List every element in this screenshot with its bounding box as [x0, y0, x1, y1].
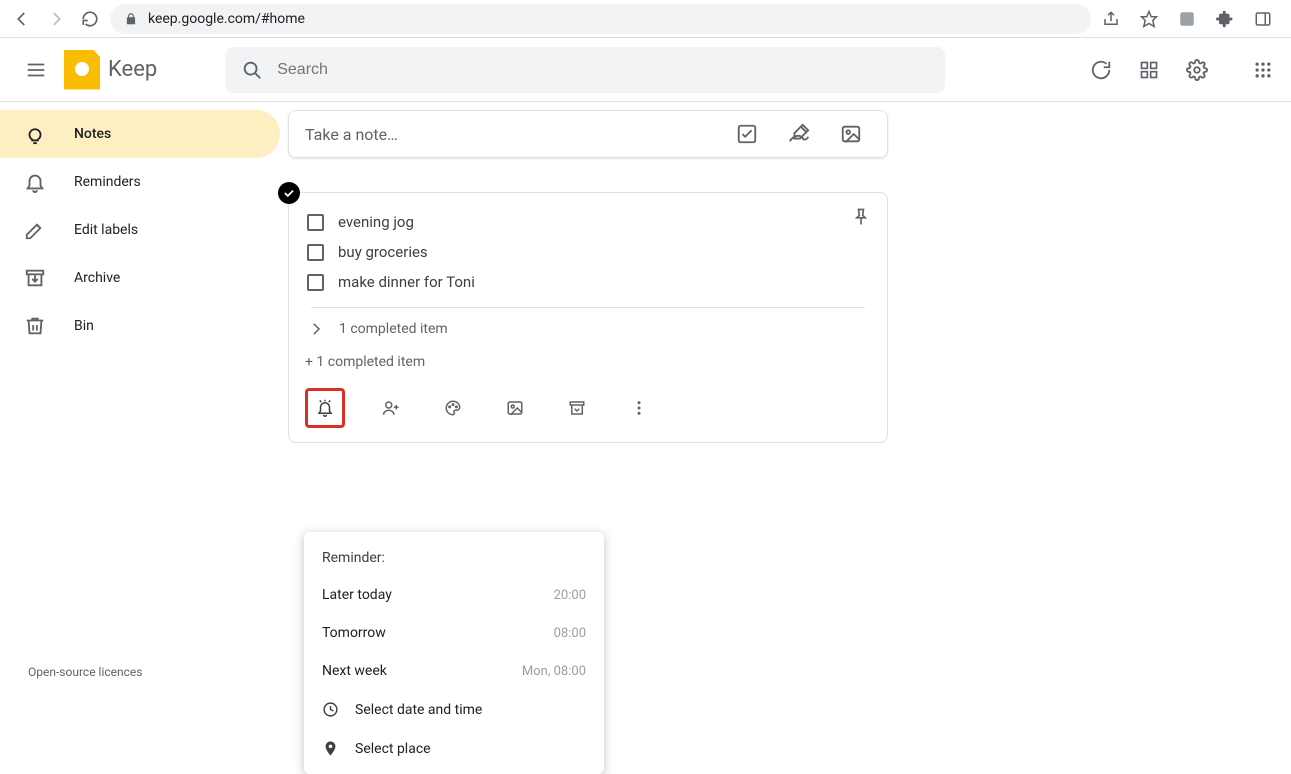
forward-button[interactable] — [42, 5, 70, 33]
color-button[interactable] — [437, 392, 469, 424]
pin-button[interactable] — [845, 201, 877, 233]
reminder-title: Reminder: — [304, 546, 604, 576]
sidebar-item-label: Edit labels — [74, 222, 138, 238]
sidebar-item-notes[interactable]: Notes — [0, 110, 280, 158]
view-toggle-button[interactable] — [1137, 58, 1161, 82]
header-right — [1089, 58, 1275, 82]
plus-completed-label: + 1 completed item — [305, 346, 871, 384]
sidebar-item-label: Bin — [74, 318, 94, 334]
new-list-button[interactable] — [727, 114, 767, 154]
licences-link[interactable]: Open-source licences — [28, 665, 142, 679]
address-bar[interactable]: keep.google.com/#home — [110, 4, 1091, 34]
browser-toolbar: keep.google.com/#home — [0, 0, 1291, 38]
checklist-item-text: buy groceries — [338, 243, 428, 261]
clock-icon — [322, 701, 339, 718]
logo-wrap[interactable]: Keep — [64, 50, 157, 90]
more-button[interactable] — [623, 392, 655, 424]
add-image-button[interactable] — [499, 392, 531, 424]
reminder-option-time: 08:00 — [554, 626, 586, 641]
reminder-option-label: Tomorrow — [322, 625, 386, 641]
app-header: Keep — [0, 38, 1291, 102]
reminder-option-tomorrow[interactable]: Tomorrow 08:00 — [304, 614, 604, 652]
note-card[interactable]: evening jog buy groceries make dinner fo… — [288, 192, 888, 443]
reminder-select-datetime[interactable]: Select date and time — [304, 690, 604, 729]
search-bar[interactable] — [225, 47, 945, 93]
reminder-option-later-today[interactable]: Later today 20:00 — [304, 576, 604, 614]
app-title: Keep — [108, 57, 157, 82]
settings-button[interactable] — [1185, 58, 1209, 82]
search-input[interactable] — [277, 61, 929, 79]
sidebar-item-reminders[interactable]: Reminders — [0, 158, 280, 206]
lock-icon — [124, 12, 138, 26]
checklist-item[interactable]: evening jog — [305, 207, 871, 237]
checklist-item[interactable]: make dinner for Toni — [305, 267, 871, 297]
panel-icon[interactable] — [1249, 5, 1277, 33]
share-icon[interactable] — [1097, 5, 1125, 33]
checkbox-icon[interactable] — [307, 244, 324, 261]
sidebar-item-bin[interactable]: Bin — [0, 302, 280, 350]
new-image-note-button[interactable] — [831, 114, 871, 154]
reminder-select-place[interactable]: Select place — [304, 729, 604, 768]
reminder-place-label: Select place — [355, 741, 431, 757]
reminder-datetime-label: Select date and time — [355, 702, 482, 718]
reminder-option-label: Later today — [322, 587, 392, 603]
content-area: Notes Reminders Edit labels Archive Bin … — [0, 102, 1291, 689]
checklist-item-text: make dinner for Toni — [338, 273, 475, 291]
place-icon — [322, 740, 339, 757]
checklist-item-text: evening jog — [338, 213, 414, 231]
menu-button[interactable] — [16, 50, 56, 90]
search-icon — [241, 59, 263, 81]
browser-right-controls — [1097, 5, 1283, 33]
checkbox-icon[interactable] — [307, 214, 324, 231]
chevron-right-icon — [307, 320, 325, 338]
completed-label: 1 completed item — [339, 321, 448, 337]
apps-grid-button[interactable] — [1251, 58, 1275, 82]
sidebar-item-label: Archive — [74, 270, 120, 286]
keep-logo-icon — [64, 50, 100, 90]
sidebar-item-edit-labels[interactable]: Edit labels — [0, 206, 280, 254]
reminder-option-next-week[interactable]: Next week Mon, 08:00 — [304, 652, 604, 690]
sidebar-item-archive[interactable]: Archive — [0, 254, 280, 302]
refresh-button[interactable] — [1089, 58, 1113, 82]
checklist-item[interactable]: buy groceries — [305, 237, 871, 267]
new-drawing-button[interactable] — [779, 114, 819, 154]
sidebar-item-label: Notes — [74, 126, 111, 142]
take-note-placeholder: Take a note… — [305, 125, 715, 144]
extensions-icon[interactable] — [1211, 5, 1239, 33]
reminder-option-time: 20:00 — [554, 588, 586, 603]
sidebar-item-label: Reminders — [74, 174, 141, 190]
reminder-popover: Reminder: Later today 20:00 Tomorrow 08:… — [304, 532, 604, 774]
archive-button[interactable] — [561, 392, 593, 424]
remind-me-highlight — [305, 388, 345, 428]
select-note-badge[interactable] — [278, 182, 300, 204]
back-button[interactable] — [8, 5, 36, 33]
reminder-option-time: Mon, 08:00 — [522, 664, 586, 679]
reminder-option-label: Next week — [322, 663, 387, 679]
url-text: keep.google.com/#home — [148, 11, 305, 27]
profile-square-icon[interactable] — [1173, 5, 1201, 33]
take-note-bar[interactable]: Take a note… — [288, 110, 888, 158]
divider — [311, 307, 865, 308]
collaborator-button[interactable] — [375, 392, 407, 424]
note-toolbar — [305, 384, 871, 436]
completed-toggle[interactable]: 1 completed item — [305, 312, 871, 346]
reload-button[interactable] — [76, 5, 104, 33]
sidebar: Notes Reminders Edit labels Archive Bin — [0, 102, 280, 689]
checkbox-icon[interactable] — [307, 274, 324, 291]
bookmark-star-icon[interactable] — [1135, 5, 1163, 33]
main-area: Take a note… evening jog buy groceries — [280, 102, 1291, 689]
remind-me-button[interactable] — [309, 392, 341, 424]
